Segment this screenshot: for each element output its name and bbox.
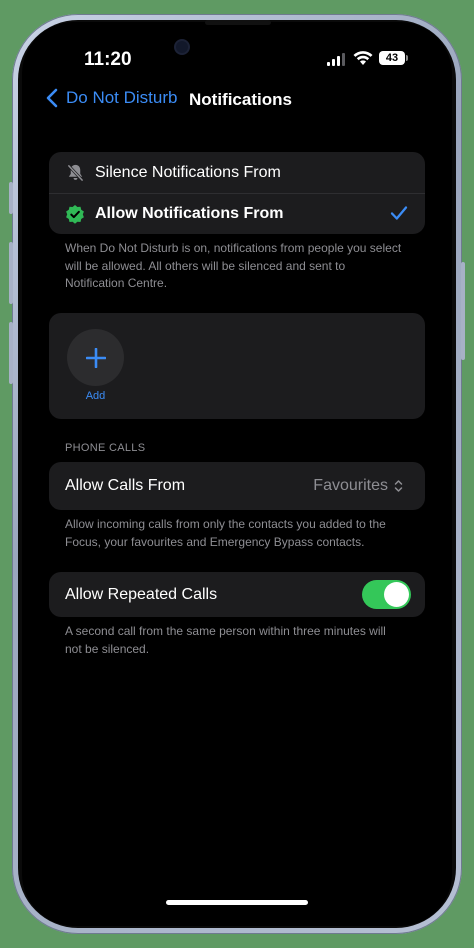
back-button[interactable]: Do Not Disturb	[46, 88, 177, 108]
repeated-calls-toggle[interactable]	[362, 580, 411, 609]
phone-calls-header: PHONE CALLS	[65, 442, 146, 454]
back-button-label: Do Not Disturb	[66, 88, 178, 107]
toggle-knob	[384, 582, 409, 607]
allow-calls-row[interactable]: Allow Calls From Favourites	[49, 462, 425, 510]
allow-calls-group: Allow Calls From Favourites	[49, 462, 425, 510]
checkmark-icon	[390, 206, 408, 220]
verified-badge-icon	[66, 205, 84, 224]
allow-notifications-option[interactable]: Allow Notifications From	[49, 193, 425, 234]
earpiece	[205, 20, 271, 25]
repeated-calls-group: Allow Repeated Calls	[49, 572, 425, 617]
action-button	[9, 182, 13, 214]
plus-icon	[85, 347, 106, 368]
bell-slash-icon	[67, 164, 84, 182]
status-time: 11:20	[84, 49, 132, 70]
notification-mode-group: Silence Notifications From Allow Notific…	[49, 152, 425, 234]
allowed-people-group: Add	[49, 313, 425, 419]
repeated-calls-row: Allow Repeated Calls	[49, 572, 425, 617]
repeated-calls-footnote: A second call from the same person withi…	[65, 624, 386, 656]
power-button	[461, 262, 465, 360]
chevron-up-down-icon	[394, 480, 403, 492]
volume-up-button	[9, 242, 13, 304]
cellular-signal-icon	[327, 52, 347, 66]
add-person-label: Add	[85, 390, 106, 402]
allow-calls-value-text: Favourites	[313, 477, 388, 494]
home-indicator[interactable]	[166, 900, 308, 905]
allow-notifications-label: Allow Notifications From	[95, 204, 284, 222]
page-title: Notifications	[189, 90, 292, 109]
wifi-icon	[353, 51, 373, 65]
chevron-left-icon	[46, 88, 58, 108]
silence-notifications-label: Silence Notifications From	[95, 163, 281, 181]
repeated-calls-label: Allow Repeated Calls	[65, 585, 218, 603]
battery-indicator: 43	[379, 51, 408, 65]
mode-footnote: When Do Not Disturb is on, notifications…	[65, 241, 402, 290]
allow-calls-value: Favourites	[313, 477, 403, 495]
allow-calls-label: Allow Calls From	[65, 477, 186, 494]
silence-notifications-option[interactable]: Silence Notifications From	[49, 152, 425, 193]
front-camera	[176, 41, 188, 53]
allow-calls-footnote: Allow incoming calls from only the conta…	[65, 517, 386, 549]
volume-down-button	[9, 322, 13, 384]
add-person-button[interactable]	[67, 329, 124, 386]
